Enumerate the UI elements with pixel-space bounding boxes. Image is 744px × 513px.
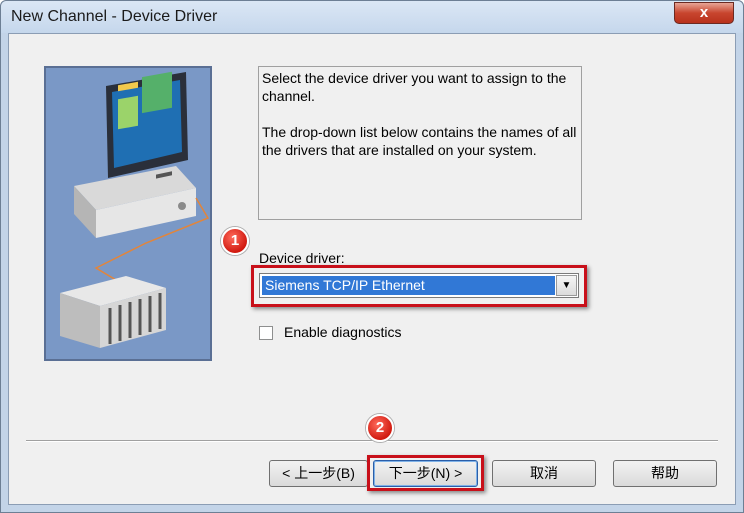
description-line-1: Select the device driver you want to ass… <box>262 70 567 104</box>
step-1-badge: 1 <box>221 227 249 255</box>
chevron-down-icon[interactable]: ▼ <box>556 275 577 296</box>
description-box: Select the device driver you want to ass… <box>258 66 582 220</box>
enable-diagnostics-checkbox[interactable] <box>259 326 273 340</box>
next-button[interactable]: 下一步(N) > <box>373 460 478 487</box>
step-2-badge: 2 <box>366 414 394 442</box>
title-bar[interactable]: New Channel - Device Driver x <box>1 1 743 33</box>
device-driver-value: Siemens TCP/IP Ethernet <box>262 276 555 295</box>
window-title: New Channel - Device Driver <box>11 8 218 25</box>
device-driver-label: Device driver: <box>259 250 345 266</box>
cancel-button[interactable]: 取消 <box>492 460 596 487</box>
close-button[interactable]: x <box>674 2 734 24</box>
description-line-2: The drop-down list below contains the na… <box>262 124 577 158</box>
help-button[interactable]: 帮助 <box>613 460 717 487</box>
back-button[interactable]: < 上一步(B) <box>269 460 368 487</box>
close-icon: x <box>699 4 709 21</box>
wizard-illustration <box>44 66 212 361</box>
footer-divider <box>26 440 718 442</box>
device-driver-select[interactable]: Siemens TCP/IP Ethernet ▼ <box>259 273 579 298</box>
computer-plc-illustration <box>46 68 210 359</box>
enable-diagnostics-label[interactable]: Enable diagnostics <box>284 324 402 340</box>
